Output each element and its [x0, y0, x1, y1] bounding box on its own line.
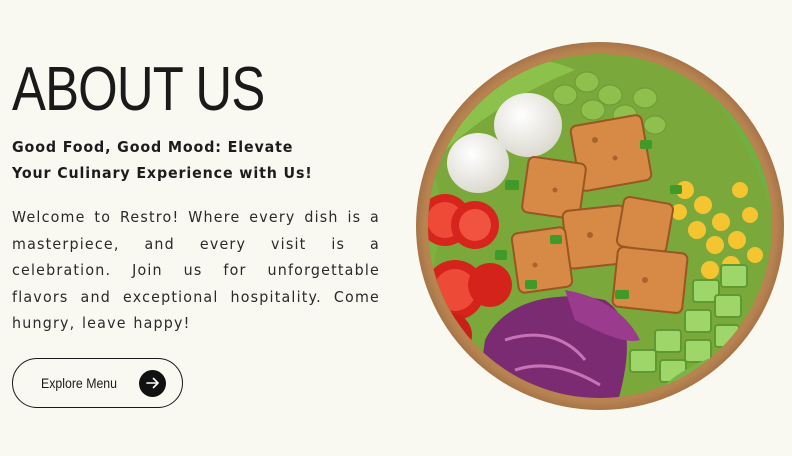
salad-bowl-image — [416, 42, 784, 410]
explore-menu-label: Explore Menu — [41, 375, 118, 391]
arrow-right-icon — [139, 369, 166, 397]
about-section: ABOUT US Good Food, Good Mood: Elevate Y… — [0, 0, 792, 456]
page-title: ABOUT US — [12, 55, 265, 124]
intro-paragraph: Welcome to Restro! Where every dish is a… — [12, 208, 380, 332]
tagline: Good Food, Good Mood: Elevate Your Culin… — [12, 138, 313, 182]
about-text-column: ABOUT US Good Food, Good Mood: Elevate Y… — [12, 52, 392, 337]
explore-menu-button[interactable]: Explore Menu — [12, 358, 183, 408]
